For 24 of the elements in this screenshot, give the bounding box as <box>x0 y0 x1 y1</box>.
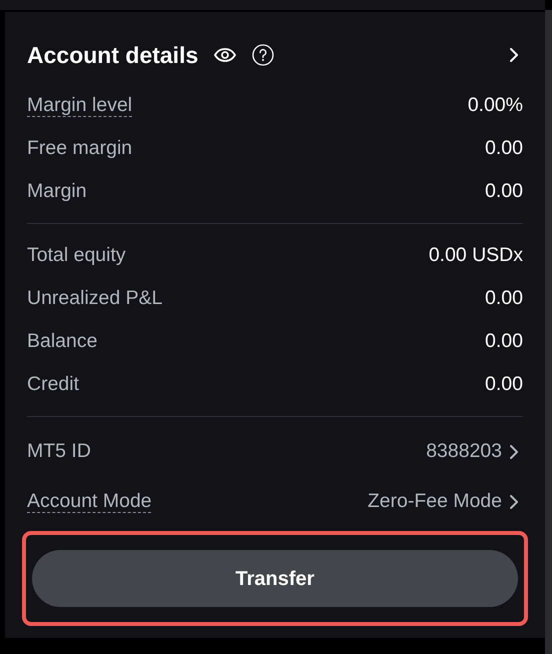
field-value: Zero-Fee Mode <box>368 489 502 514</box>
field-label: Account Mode <box>27 489 152 514</box>
field-label: MT5 ID <box>27 439 91 464</box>
field-label: Credit <box>27 372 80 397</box>
field-label: Free margin <box>27 136 132 161</box>
section-title: Account details <box>27 40 198 70</box>
help-icon[interactable] <box>252 44 274 66</box>
transfer-button[interactable]: Transfer <box>32 550 518 607</box>
field-label: Margin level <box>27 92 132 118</box>
eye-icon[interactable] <box>214 48 236 62</box>
field-label: Balance <box>27 328 98 354</box>
field-value: 0.00 <box>485 136 523 161</box>
chevron-right-icon[interactable] <box>510 494 519 510</box>
chevron-right-icon[interactable] <box>510 444 519 460</box>
field-value: 0.00 USDx <box>428 242 523 268</box>
field-label: Total equity <box>27 242 126 268</box>
field-value: 0.00 <box>485 178 523 204</box>
field-value: 0.00 <box>485 286 523 311</box>
field-value: 0.00 <box>485 372 523 397</box>
field-label: Margin <box>27 178 87 204</box>
field-value: 8388203 <box>426 439 502 464</box>
field-label: Unrealized P&L <box>27 286 162 311</box>
field-value: 0.00 <box>485 328 523 354</box>
field-value: 0.00% <box>468 92 523 118</box>
